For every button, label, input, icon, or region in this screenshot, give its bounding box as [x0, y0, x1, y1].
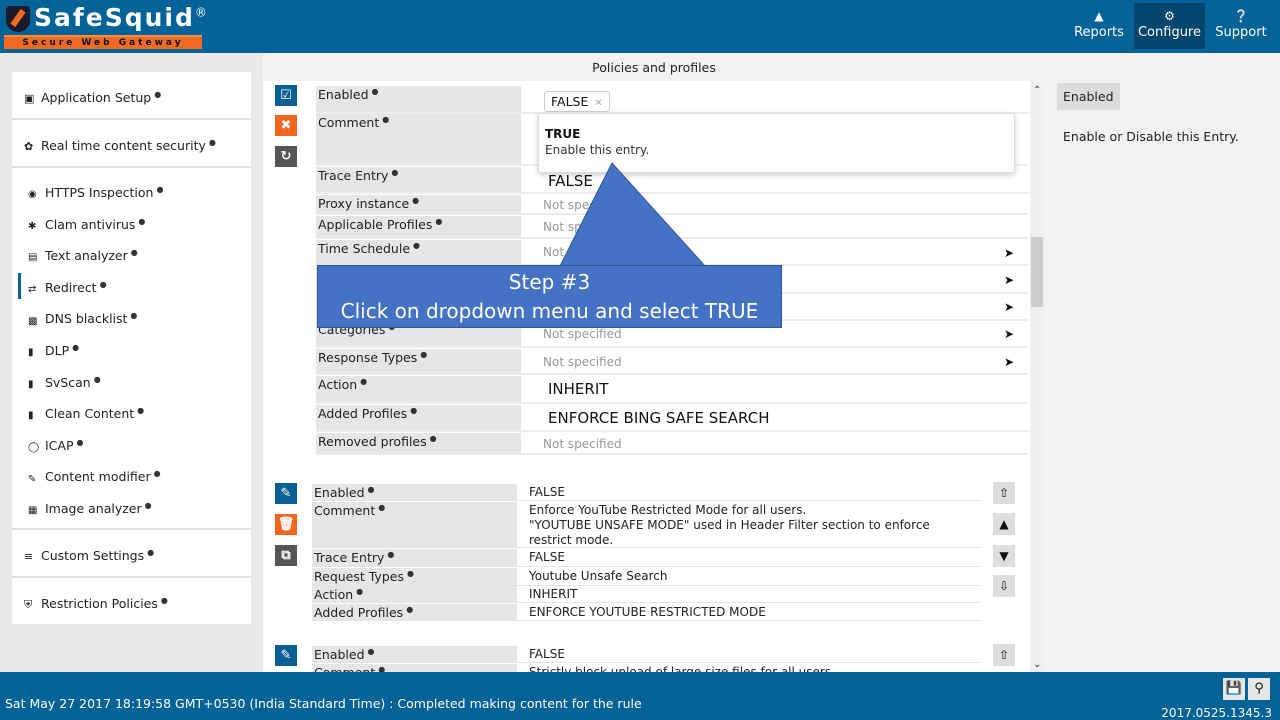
callout-step: Step #3 — [508, 270, 591, 294]
step-callout: Step #3 Click on dropdown menu and selec… — [317, 265, 782, 328]
callout-pointer — [559, 162, 707, 267]
callout-instruction: Click on dropdown menu and select TRUE — [340, 299, 759, 323]
callout-arrow — [559, 162, 707, 267]
